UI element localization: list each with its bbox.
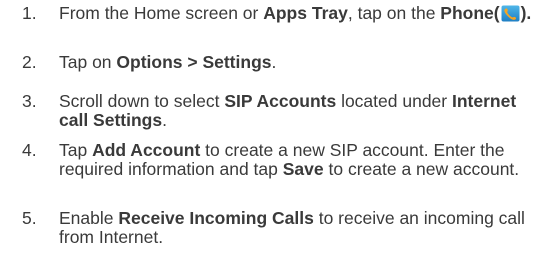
step-text: . xyxy=(162,110,167,130)
step-text: From the Home screen or xyxy=(59,3,264,23)
step-number: 4. xyxy=(22,140,37,160)
step-emphasis: Receive Incoming Calls xyxy=(118,208,314,228)
step-text: ). xyxy=(520,3,532,23)
step-2: 2. Tap on Options > Settings. xyxy=(0,53,538,92)
step-5: 5. Enable Receive Incoming Calls to rece… xyxy=(0,209,538,249)
step-text: Scroll down to select xyxy=(59,91,225,111)
step-text: to create a new account. xyxy=(323,159,520,179)
step-emphasis: Apps Tray xyxy=(263,3,348,23)
step-number: 5. xyxy=(22,208,37,228)
step-text: . xyxy=(271,52,277,72)
step-number: 3. xyxy=(22,91,37,111)
step-emphasis: Add Account xyxy=(92,140,201,160)
step-number: 1. xyxy=(22,3,37,23)
step-1: 1. From the Home screen or Apps Tray, ta… xyxy=(0,4,538,53)
step-3: 3. Scroll down to select SIP Accounts lo… xyxy=(0,92,538,141)
step-4: 4. Tap Add Account to create a new SIP a… xyxy=(0,141,538,209)
step-number: 2. xyxy=(22,52,37,72)
step-text: Enable xyxy=(59,208,119,228)
phone-app-icon xyxy=(501,5,520,22)
step-emphasis: Options > Settings xyxy=(116,52,272,72)
step-text: ( xyxy=(493,3,500,23)
step-emphasis: SIP Accounts xyxy=(224,91,337,111)
step-emphasis: Save xyxy=(282,159,324,179)
step-emphasis: Phone xyxy=(440,3,494,23)
step-text: , tap on the xyxy=(347,3,441,23)
step-text: Tap on xyxy=(59,52,117,72)
step-text: located under xyxy=(336,91,452,111)
instruction-list: 1. From the Home screen or Apps Tray, ta… xyxy=(0,4,538,249)
step-text: Tap xyxy=(59,140,93,160)
